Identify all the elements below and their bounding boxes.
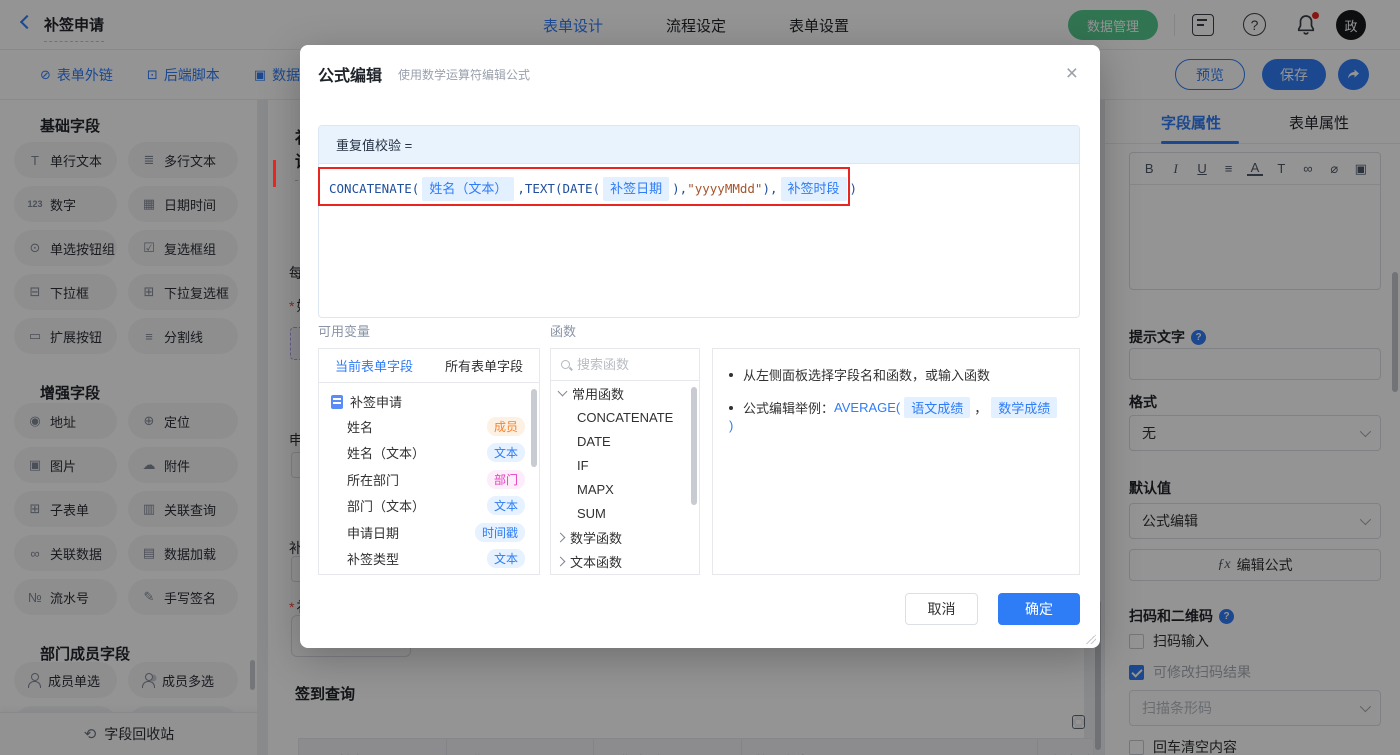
help-bullet-2: 公式编辑举例： AVERAGE(语文成绩，数学成绩) <box>729 397 1063 433</box>
type-badge: 成员 <box>486 416 525 436</box>
function-group-label: 文本函数 <box>570 554 623 570</box>
function-item-IF[interactable]: IF <box>551 453 699 477</box>
type-badge: 时间戳 <box>474 522 525 542</box>
modal-subtitle: 使用数学运算符编辑公式 <box>398 67 531 82</box>
variable-name: 申请日期 <box>347 525 400 541</box>
formula-field-chip[interactable]: 姓名（文本） <box>422 177 515 201</box>
type-badge: 文本 <box>486 549 525 569</box>
function-group-label: 数学函数 <box>570 530 623 546</box>
confirm-button[interactable]: 确定 <box>998 593 1080 625</box>
variables-panel: 当前表单字段 所有表单字段 补签申请 姓名 成员 姓名（文本） 文本 所在部门 部门 部门（文… <box>318 348 540 575</box>
modal-header: 公式编辑 使用数学运算符编辑公式 × <box>300 45 1100 103</box>
functions-scrollbar[interactable] <box>691 387 697 505</box>
function-item-CONCATENATE[interactable]: CONCATENATE <box>551 405 699 429</box>
formula-field-chip[interactable]: 补签时段 <box>780 177 847 201</box>
example-chip: 语文成绩 <box>904 397 971 418</box>
variable-row-部门（文本）[interactable]: 部门（文本） 文本 <box>319 493 539 520</box>
formula-string-literal: "yyyyMMdd" <box>687 181 763 196</box>
functions-label: 函数 <box>550 324 577 339</box>
formula-help-panel: 从左侧面板选择字段名和函数，或输入函数 公式编辑举例： AVERAGE(语文成绩，… <box>712 348 1080 575</box>
search-icon <box>561 360 570 369</box>
variable-row-补签类型[interactable]: 补签类型 文本 <box>319 546 539 573</box>
variable-name: 姓名 <box>347 419 374 435</box>
formula-expression[interactable]: CONCATENATE(姓名（文本） ,TEXT(DATE(补签日期),"yyyy… <box>319 164 1079 214</box>
functions-panel: 常用函数 CONCATENATEDATEIFMAPXSUM 数学函数文本函数 <box>550 348 700 575</box>
form-doc-icon <box>331 394 343 409</box>
formula-function-text: ), <box>762 181 778 196</box>
variable-name: 所在部门 <box>347 472 400 488</box>
function-search-input[interactable] <box>577 357 677 372</box>
variables-label: 可用变量 <box>318 324 371 339</box>
example-chip: 数学成绩 <box>991 397 1058 418</box>
type-badge: 文本 <box>486 496 525 516</box>
function-group-常用函数[interactable]: 常用函数 <box>551 381 699 405</box>
formula-function-text: ) <box>849 181 858 196</box>
type-badge: 文本 <box>486 443 525 463</box>
variables-tabs: 当前表单字段 所有表单字段 <box>319 349 539 383</box>
vars-tab-当前表单字段[interactable]: 当前表单字段 <box>319 356 429 375</box>
chevron-right-icon <box>555 532 566 542</box>
formula-field-chip[interactable]: 补签日期 <box>603 177 670 201</box>
function-item-DATE[interactable]: DATE <box>551 429 699 453</box>
variable-name: 部门（文本） <box>347 499 426 515</box>
chevron-down-icon <box>557 386 568 397</box>
function-item-SUM[interactable]: SUM <box>551 501 699 525</box>
cancel-button[interactable]: 取消 <box>905 593 978 625</box>
variable-name: 姓名（文本） <box>347 446 426 462</box>
function-search <box>551 349 699 381</box>
help-bullet-1: 从左侧面板选择字段名和函数，或输入函数 <box>729 365 1063 384</box>
bullet-icon <box>729 405 733 410</box>
chevron-right-icon <box>555 556 566 566</box>
form-tree-root[interactable]: 补签申请 <box>319 383 539 413</box>
type-badge: 部门 <box>486 469 525 489</box>
close-icon[interactable]: × <box>1066 63 1078 84</box>
form-designer-app: 补签申请 表单设计 流程设定 表单设置 数据管理 ? 政 ⊘ 表单外链 ⊡ 后端脚本 ▣ 数据… <box>0 0 1400 755</box>
vars-tab-所有表单字段[interactable]: 所有表单字段 <box>429 356 539 375</box>
formula-target-field: 重复值校验 = <box>319 126 1079 164</box>
variable-row-姓名[interactable]: 姓名 成员 <box>319 413 539 440</box>
formula-editor-modal: 公式编辑 使用数学运算符编辑公式 × 重复值校验 = CONCATENATE(姓… <box>300 45 1100 648</box>
formula-function-text: ,TEXT(DATE( <box>517 181 601 196</box>
variables-scrollbar[interactable] <box>531 389 537 467</box>
formula-function-text: ), <box>672 181 688 196</box>
function-group-数学函数[interactable]: 数学函数 <box>551 525 699 549</box>
modal-title: 公式编辑 <box>318 68 383 85</box>
variable-row-所在部门[interactable]: 所在部门 部门 <box>319 466 539 493</box>
bullet-icon <box>729 372 733 377</box>
variable-name: 补签类型 <box>347 552 400 568</box>
variable-row-姓名（文本）[interactable]: 姓名（文本） 文本 <box>319 440 539 467</box>
function-group-文本函数[interactable]: 文本函数 <box>551 549 699 573</box>
function-group-label: 常用函数 <box>572 386 625 402</box>
formula-function-text: CONCATENATE( <box>329 181 420 196</box>
variable-row-申请日期[interactable]: 申请日期 时间戳 <box>319 519 539 546</box>
function-item-MAPX[interactable]: MAPX <box>551 477 699 501</box>
formula-editor-area: 重复值校验 = CONCATENATE(姓名（文本） ,TEXT(DATE(补签日… <box>318 125 1080 318</box>
resize-handle[interactable] <box>1086 634 1096 644</box>
